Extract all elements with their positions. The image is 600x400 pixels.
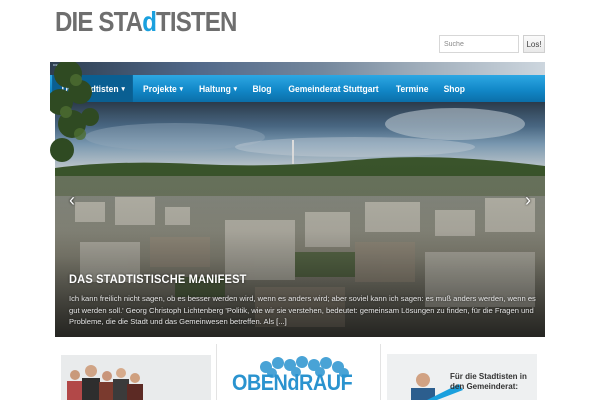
- chevron-down-icon: ▾: [179, 85, 183, 93]
- search-form: Los!: [439, 35, 545, 53]
- chevron-down-icon: ▾: [121, 85, 125, 93]
- nav-label: Gemeinderat Stuttgart: [287, 83, 379, 94]
- teaser-card-gemeinderat[interactable]: Für die Stadtisten in den Gemeinderat:: [382, 344, 545, 400]
- nav-item-shop[interactable]: Shop: [437, 75, 472, 102]
- chevron-down-icon: ▾: [233, 85, 237, 93]
- nav-label: Termine: [395, 83, 429, 94]
- logo-text-3: TISTEN: [156, 6, 237, 37]
- slider-caption-title[interactable]: DAS STADTISTISCHE MANIFEST: [69, 272, 247, 286]
- nav-label: Blog: [252, 83, 272, 94]
- logo-text-1: DIE STA: [55, 6, 143, 37]
- nav-label: Shop: [443, 83, 465, 94]
- header-banner-strip: [50, 62, 545, 75]
- teaser-cards: OBENdRAUF Für die Stadtisten in den Geme…: [0, 344, 600, 400]
- caption-body: Ich kann freilich nicht sagen, ob es bes…: [69, 294, 536, 326]
- nav-item-gemeinderat-stuttgart[interactable]: Gemeinderat Stuttgart: [281, 75, 385, 102]
- search-input[interactable]: [439, 35, 519, 53]
- nav-item-projekte[interactable]: Projekte ▾: [136, 75, 189, 102]
- logo-text-2: d: [142, 6, 157, 37]
- nav-item-haltung[interactable]: Haltung ▾: [192, 75, 243, 102]
- card-gemeinderat-title: Für die Stadtisten in den Gemeinderat:: [450, 372, 527, 391]
- tree-foliage-decoration: [50, 62, 99, 162]
- obendrauf-wordmark: OBENdRAUF: [232, 370, 353, 395]
- read-more-link[interactable]: [...]: [276, 317, 287, 326]
- slider-next-icon[interactable]: ›: [521, 190, 535, 210]
- teaser-card-team[interactable]: [55, 344, 217, 400]
- main-navigation: Die Stadtisten ▾ Projekte ▾ Haltung ▾ Blog …: [50, 75, 545, 102]
- nav-item-termine[interactable]: Termine: [389, 75, 435, 102]
- nav-label: Projekte: [142, 83, 177, 94]
- search-button[interactable]: Los!: [523, 35, 545, 53]
- teaser-card-obendrauf[interactable]: OBENdRAUF: [218, 344, 381, 400]
- nav-label: Haltung: [198, 83, 231, 94]
- slider-prev-icon[interactable]: ‹: [65, 190, 79, 210]
- nav-item-blog[interactable]: Blog: [245, 75, 277, 102]
- site-logo[interactable]: DIE STAdTISTEN: [55, 6, 237, 38]
- slider-caption-text: Ich kann freilich nicht sagen, ob es bes…: [69, 293, 537, 328]
- team-photo: [61, 355, 211, 400]
